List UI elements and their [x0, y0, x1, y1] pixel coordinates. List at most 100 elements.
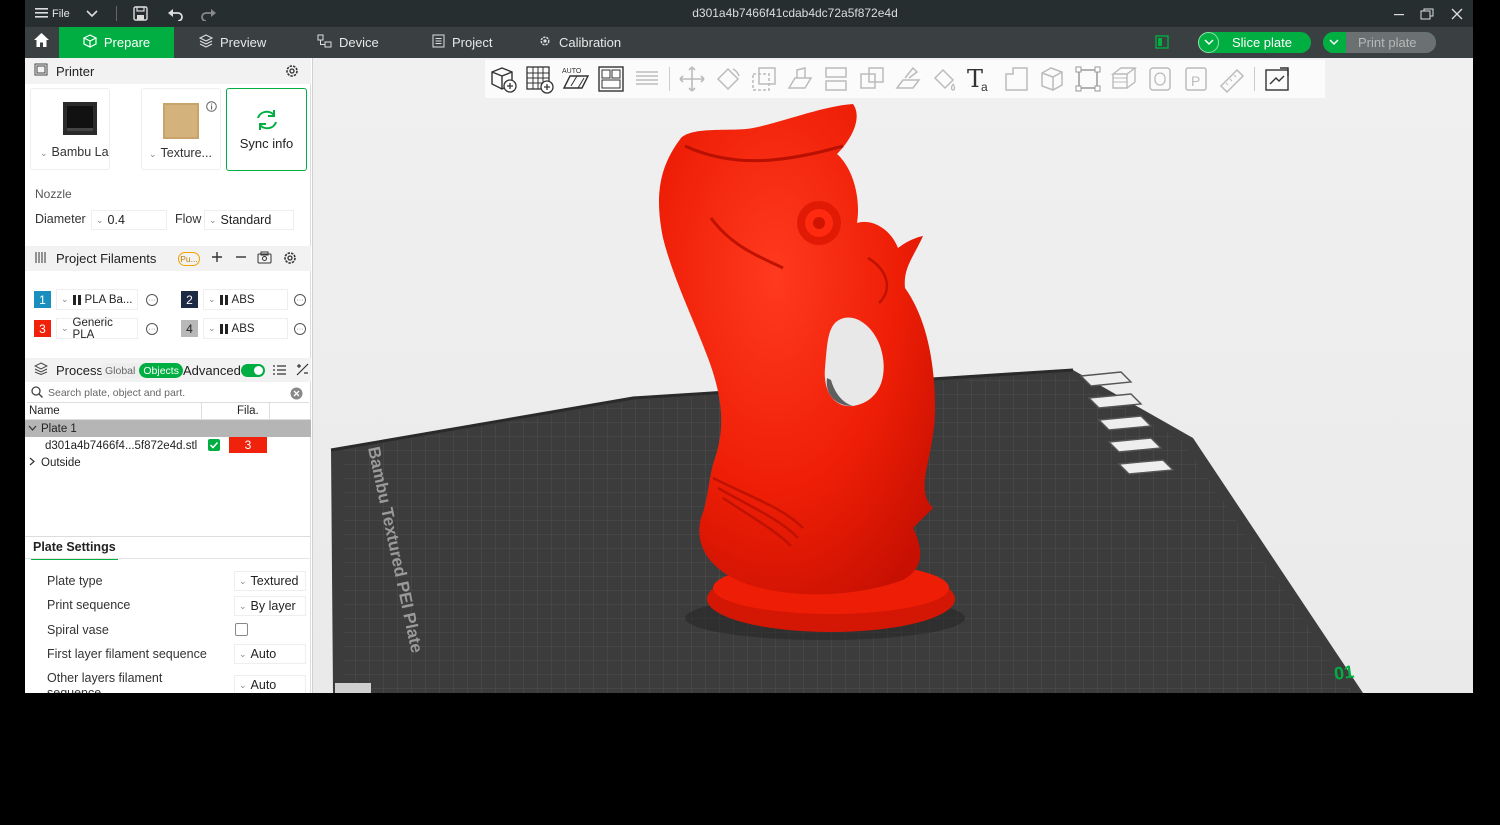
- tab-project[interactable]: Project: [432, 27, 492, 58]
- object-visible-checkbox[interactable]: [208, 439, 220, 451]
- plate-card[interactable]: ⌄ Texture...: [141, 88, 221, 170]
- sync-info-button[interactable]: Sync info: [226, 88, 307, 171]
- slice-plate-button[interactable]: Slice plate: [1198, 32, 1311, 53]
- filament-4-select[interactable]: ⌄ ABS: [203, 318, 288, 339]
- home-icon: [33, 32, 50, 53]
- restore-icon[interactable]: [1420, 0, 1434, 27]
- other-layers-sequence-label: Other layers filament sequence: [47, 671, 163, 693]
- filament-badge[interactable]: Pu...: [178, 252, 200, 266]
- device-icon: [317, 34, 332, 51]
- divider: [201, 403, 202, 420]
- chevron-down-icon[interactable]: [1198, 32, 1219, 53]
- compare-icon[interactable]: [296, 363, 309, 379]
- more-icon[interactable]: ···: [146, 323, 158, 335]
- plate-row[interactable]: Plate 1: [25, 420, 311, 437]
- sync-filament-icon[interactable]: [257, 251, 272, 268]
- chevron-down-icon: ⌄: [209, 214, 217, 225]
- print-sequence-select[interactable]: ⌄ By layer: [234, 596, 306, 616]
- plate-type-value: Textured: [250, 574, 299, 588]
- slice-plate-label: Slice plate: [1232, 35, 1292, 50]
- app-window: File d301a4b7466f41cdab4dc72a5f872e4d Pr…: [25, 0, 1473, 693]
- build-plate-scene: Bambu Textured PEI Plate 01: [330, 104, 1363, 693]
- object-search[interactable]: Search plate, object and part.: [27, 384, 309, 403]
- global-option[interactable]: Global: [101, 363, 139, 378]
- tab-preview[interactable]: Preview: [198, 27, 266, 58]
- tab-device[interactable]: Device: [317, 27, 379, 58]
- first-layer-sequence-select[interactable]: ⌄ Auto: [234, 644, 306, 664]
- object-row[interactable]: d301a4b7466f4...5f872e4d.stl 3: [25, 437, 311, 454]
- info-icon[interactable]: [206, 101, 217, 115]
- plate-type-select[interactable]: ⌄ Textured: [234, 571, 306, 591]
- filament-2-select[interactable]: ⌄ ABS: [203, 289, 288, 310]
- chevron-down-icon: ⌄: [208, 294, 216, 304]
- chevron-down-icon: ⌄: [61, 323, 69, 333]
- chevron-down-icon[interactable]: [28, 423, 37, 435]
- print-plate-button[interactable]: Print plate: [1323, 32, 1436, 53]
- title-bar: File d301a4b7466f41cdab4dc72a5f872e4d: [25, 0, 1473, 27]
- fila-column-header[interactable]: Fila.: [237, 405, 259, 417]
- filaments-section-title: Project Filaments: [56, 251, 157, 266]
- printer-section-title: Printer: [56, 63, 95, 79]
- filament-4-swatch[interactable]: 4: [181, 320, 198, 337]
- flow-label: Flow: [175, 212, 202, 226]
- cube-icon: [82, 34, 98, 51]
- list-icon[interactable]: [273, 364, 286, 379]
- home-button[interactable]: [25, 27, 58, 58]
- tab-label: Project: [452, 35, 493, 50]
- filament-settings-icon[interactable]: [283, 251, 297, 268]
- advanced-toggle[interactable]: [241, 364, 265, 377]
- diameter-select[interactable]: ⌄ 0.4: [91, 210, 167, 230]
- more-icon[interactable]: ···: [294, 294, 306, 306]
- left-sidebar: Printer ⌄Bambu Lab ... ⌄Texture...: [25, 58, 311, 693]
- filament-2-swatch[interactable]: 2: [181, 291, 198, 308]
- name-column-header[interactable]: Name: [29, 405, 60, 417]
- chevron-down-icon: ⌄: [239, 648, 247, 659]
- tab-label: Device: [339, 35, 379, 50]
- objects-option[interactable]: Objects: [139, 363, 183, 378]
- sync-icon: [254, 109, 280, 134]
- process-section-title: Process: [56, 362, 103, 378]
- divider: [269, 403, 270, 420]
- chevron-down-icon[interactable]: [1323, 32, 1344, 53]
- process-scope-switch[interactable]: Global Objects: [101, 363, 183, 378]
- other-layers-sequence-select[interactable]: ⌄ Auto: [234, 675, 306, 693]
- document-icon: [432, 34, 445, 51]
- print-sequence-value: By layer: [250, 599, 296, 613]
- filament-3-swatch[interactable]: 3: [34, 320, 51, 337]
- printer-section-header: Printer: [25, 58, 311, 84]
- flow-select[interactable]: ⌄ Standard: [204, 210, 294, 230]
- add-icon[interactable]: [211, 251, 223, 266]
- filament-4-name: ABS: [231, 322, 255, 335]
- outside-row[interactable]: Outside: [25, 454, 311, 471]
- minimize-icon[interactable]: [1393, 0, 1405, 27]
- print-plate-label: Print plate: [1346, 32, 1436, 53]
- chevron-right-icon[interactable]: [29, 457, 36, 469]
- spiral-vase-checkbox[interactable]: [235, 623, 248, 636]
- close-icon[interactable]: [1451, 0, 1463, 27]
- plate-image: [162, 102, 202, 143]
- clear-search-icon[interactable]: [290, 387, 303, 403]
- printer-settings-icon[interactable]: [285, 64, 299, 81]
- filament-1-select[interactable]: ⌄ PLA Ba...: [56, 289, 138, 310]
- remove-icon[interactable]: [235, 251, 247, 266]
- filament-2-name: ABS: [231, 293, 255, 306]
- filament-1-swatch[interactable]: 1: [34, 291, 51, 308]
- tab-plate-settings[interactable]: Plate Settings: [31, 540, 118, 560]
- tab-prepare[interactable]: Prepare: [59, 27, 174, 58]
- 3d-viewport[interactable]: AUTO Ta P Bambu Textured PEI Plate 01: [313, 58, 1473, 693]
- object-filament-badge[interactable]: 3: [229, 437, 267, 453]
- tab-calibration[interactable]: Calibration: [538, 27, 621, 58]
- split-view-icon[interactable]: [1155, 35, 1170, 55]
- tab-label: Prepare: [103, 35, 151, 50]
- filament-3-select[interactable]: ⌄ Generic PLA: [56, 317, 138, 341]
- process-section-header: Process Global Objects Advanced: [25, 358, 311, 382]
- printer-card[interactable]: ⌄Bambu Lab ...: [30, 88, 110, 170]
- spiral-vase-label: Spiral vase: [47, 623, 109, 637]
- first-layer-sequence-value: Auto: [250, 647, 277, 661]
- more-icon[interactable]: ···: [294, 323, 306, 335]
- plate-number: 01: [1333, 661, 1356, 684]
- object-list-header: Name Fila.: [25, 403, 311, 420]
- divider: [25, 558, 311, 559]
- sync-info-label: Sync info: [239, 136, 294, 151]
- more-icon[interactable]: ···: [146, 294, 158, 306]
